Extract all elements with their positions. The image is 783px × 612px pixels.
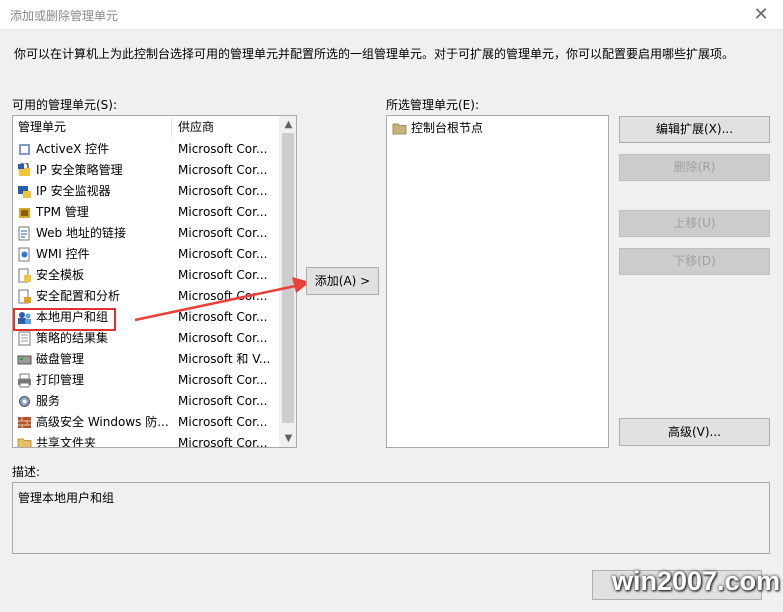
selected-item-label: 控制台根节点 xyxy=(411,121,484,135)
description-label: 描述: xyxy=(12,465,41,479)
edit-extensions-button[interactable]: 编辑扩展(X)... xyxy=(619,116,770,143)
advanced-button[interactable]: 高级(V)... xyxy=(619,418,770,446)
move-down-button[interactable]: 下移(D) xyxy=(619,248,770,275)
selected-snapins-label: 所选管理单元(E): xyxy=(386,98,479,112)
selected-snapins-list[interactable]: 控制台根节点 xyxy=(386,115,609,448)
folder-icon xyxy=(392,123,407,135)
move-up-button[interactable]: 上移(U) xyxy=(619,210,770,237)
remove-button[interactable]: 删除(R) xyxy=(619,154,770,181)
watermark-text: win2007.com xyxy=(612,566,781,596)
description-box: 管理本地用户和组 xyxy=(12,482,770,554)
description-text: 管理本地用户和组 xyxy=(18,491,115,505)
add-button[interactable]: 添加(A) > xyxy=(306,267,379,295)
selected-item-root[interactable]: 控制台根节点 xyxy=(389,118,608,139)
